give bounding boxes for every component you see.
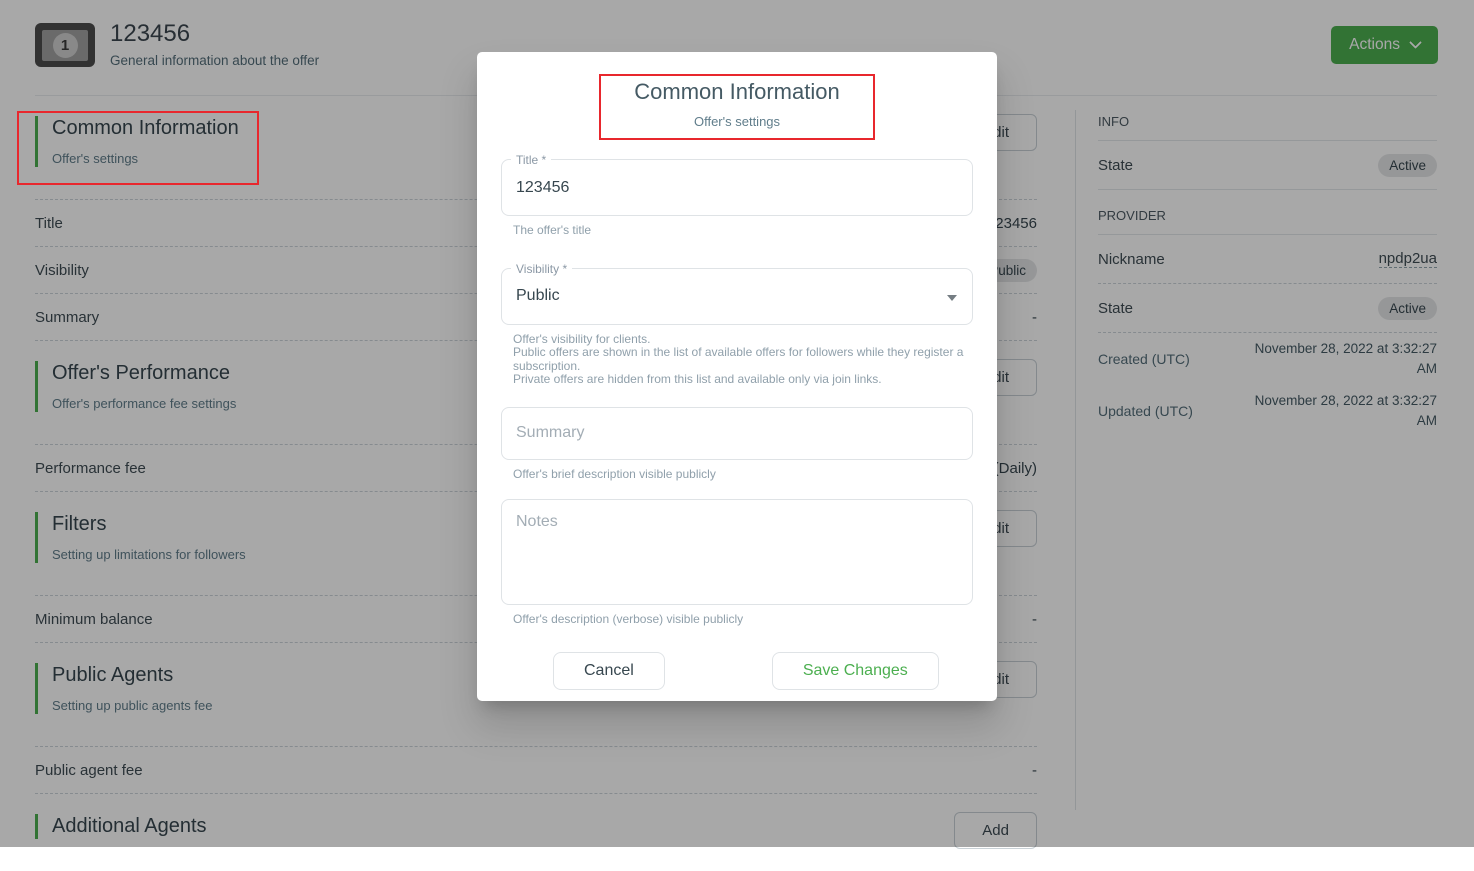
title-field: Title * — [501, 159, 973, 216]
summary-helper-text: Offer's brief description visible public… — [513, 468, 973, 482]
notes-field — [501, 499, 973, 605]
modal-actions: Cancel Save Changes — [501, 652, 973, 690]
save-changes-button[interactable]: Save Changes — [772, 652, 939, 690]
visibility-helper-line: Private offers are hidden from this list… — [513, 373, 973, 387]
select-caret-icon — [947, 295, 957, 301]
modal-title: Common Information — [501, 79, 973, 105]
summary-input[interactable] — [502, 408, 972, 459]
notes-textarea[interactable] — [502, 500, 972, 604]
title-input[interactable] — [502, 160, 972, 215]
visibility-field-label: Visibility * — [511, 262, 572, 276]
title-field-label: Title * — [511, 153, 551, 167]
cancel-button[interactable]: Cancel — [553, 652, 665, 690]
visibility-helper-line: Public offers are shown in the list of a… — [513, 346, 973, 373]
visibility-field: Visibility * Public — [501, 268, 973, 325]
visibility-helper-text: Offer's visibility for clients. Public o… — [513, 333, 973, 387]
common-information-modal: Common Information Offer's settings Titl… — [477, 52, 997, 701]
visibility-helper-line: Offer's visibility for clients. — [513, 333, 973, 347]
modal-subtitle: Offer's settings — [501, 114, 973, 129]
notes-helper-text: Offer's description (verbose) visible pu… — [513, 613, 973, 627]
title-helper-text: The offer's title — [513, 224, 973, 238]
visibility-select[interactable]: Public — [502, 269, 972, 324]
summary-field — [501, 407, 973, 460]
